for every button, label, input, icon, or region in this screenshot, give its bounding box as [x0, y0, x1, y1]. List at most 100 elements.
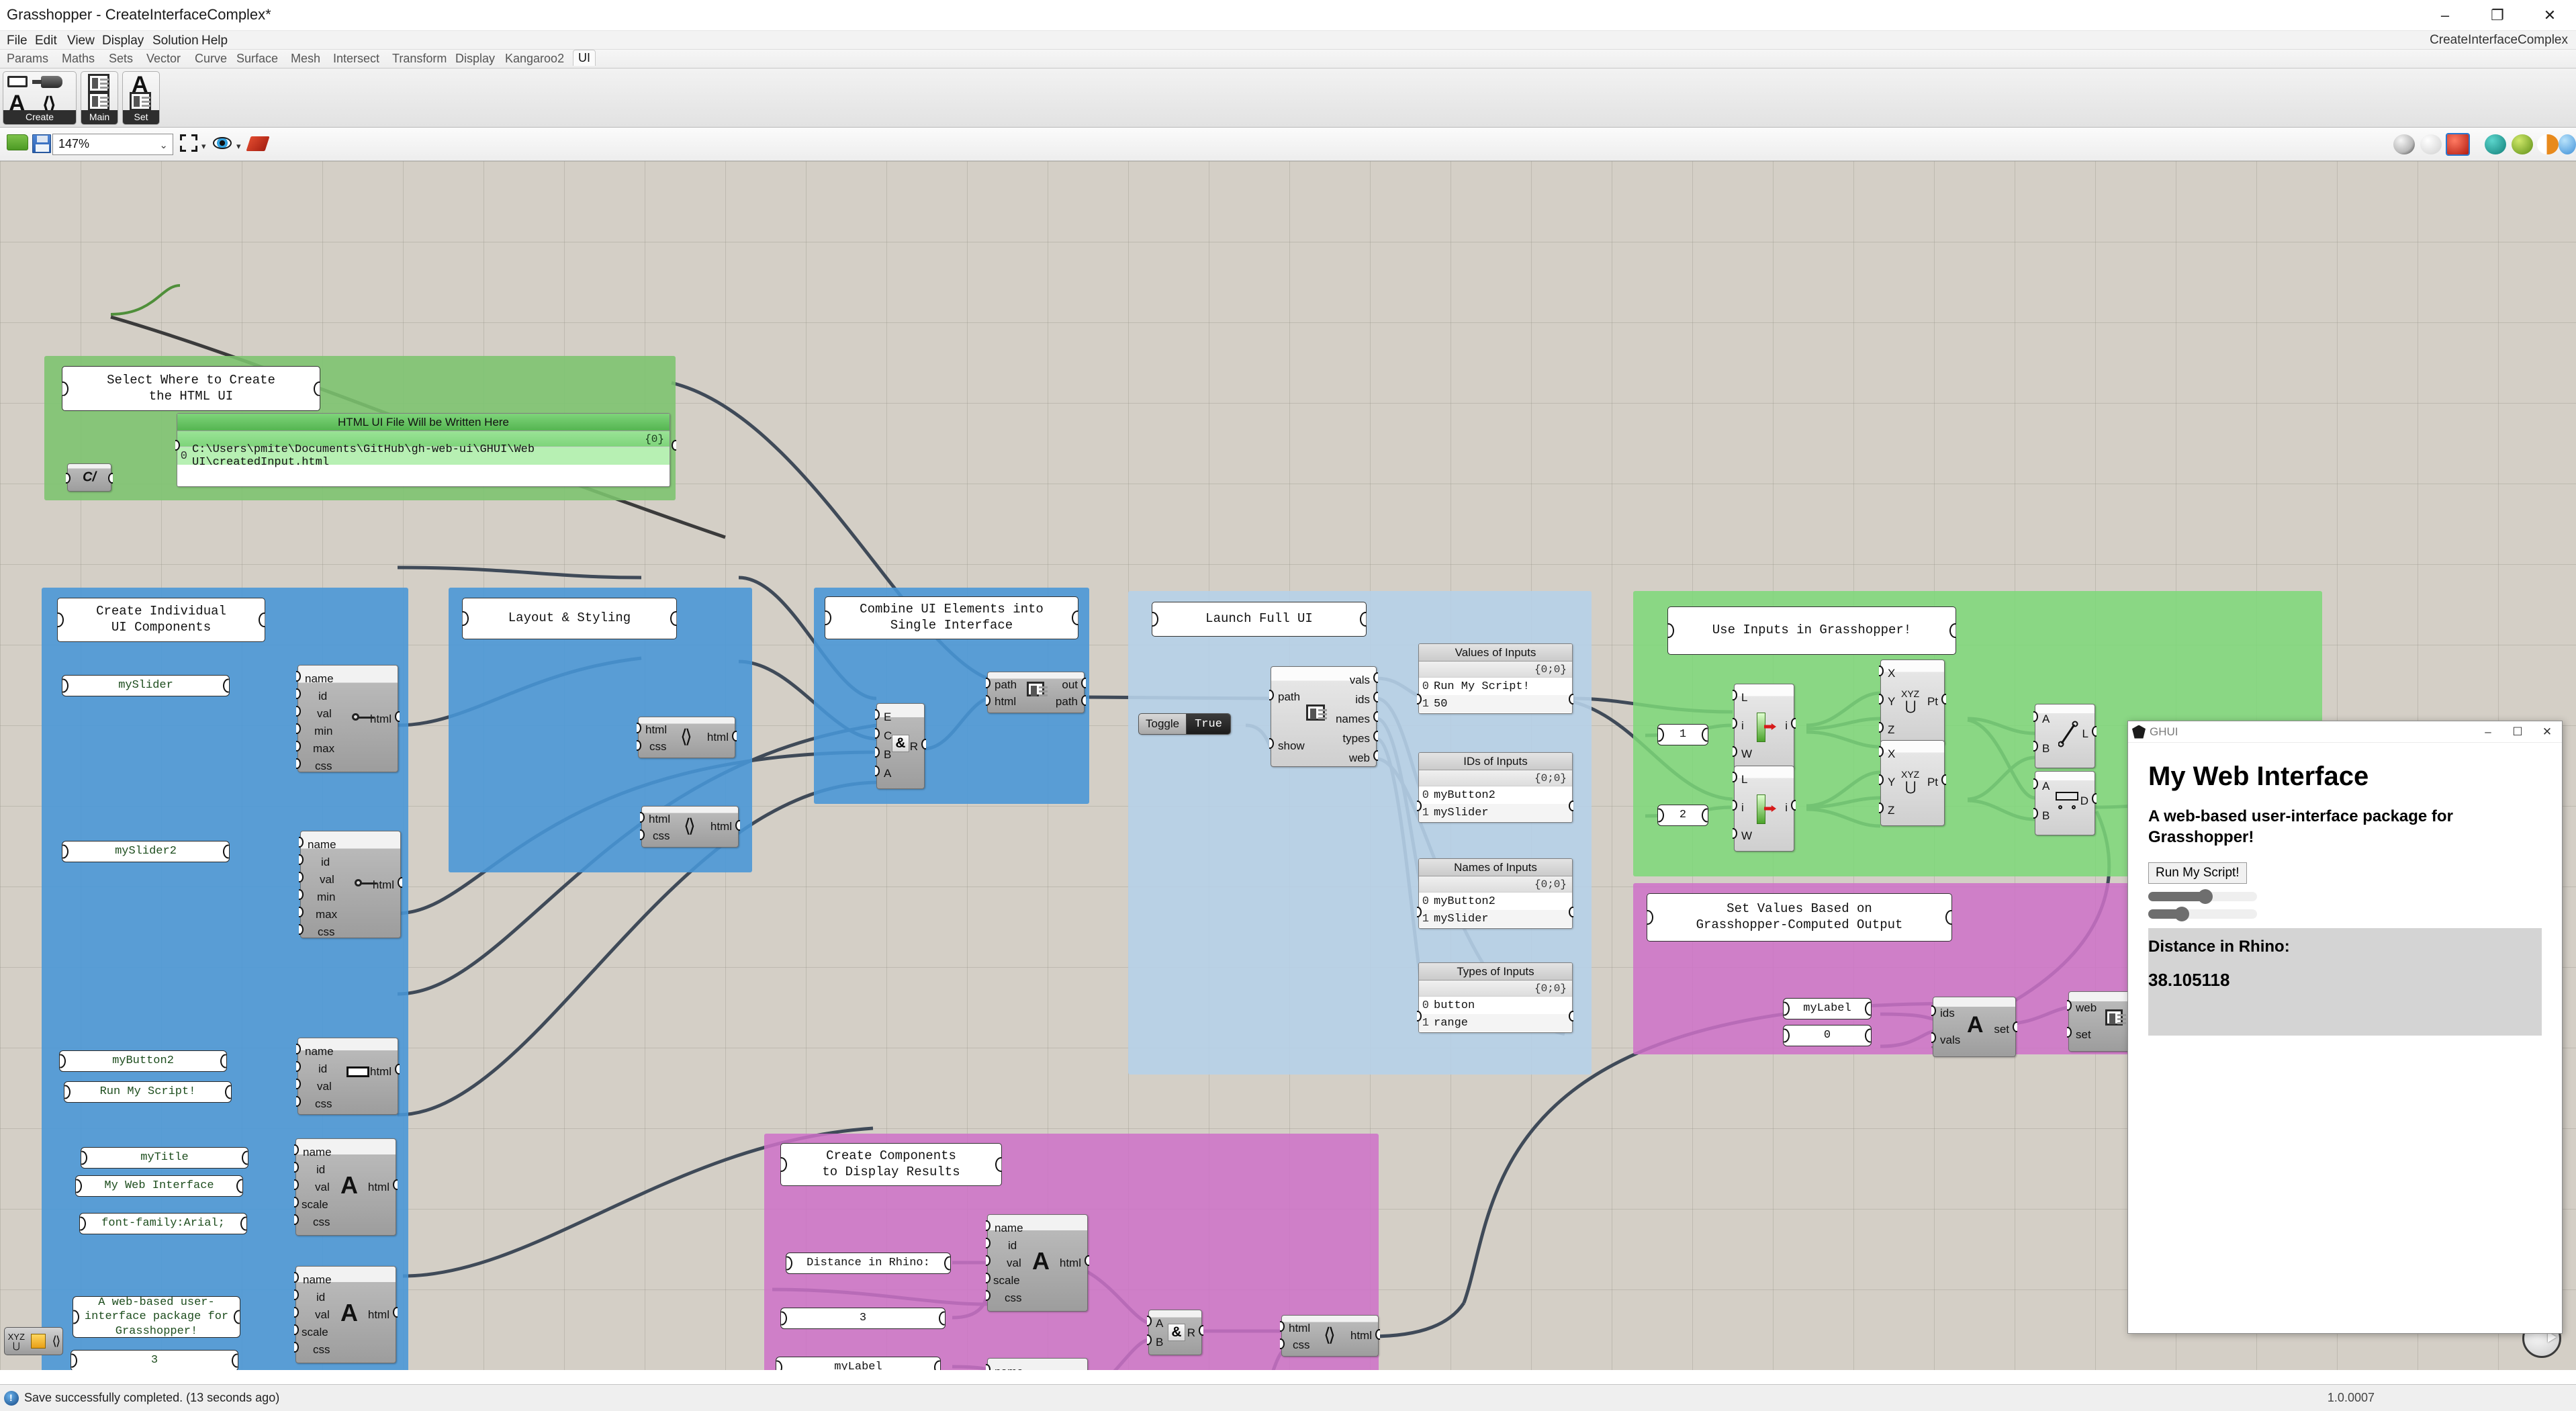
- save-icon[interactable]: [32, 134, 51, 153]
- rendered-mode-icon[interactable]: [2447, 134, 2469, 154]
- param-my-slider2[interactable]: mySlider2: [62, 841, 230, 862]
- component-write-html-file[interactable]: path html out path: [987, 672, 1085, 713]
- tab-display[interactable]: Display: [455, 52, 495, 66]
- panel-icon-main-bottom[interactable]: [88, 92, 109, 111]
- grasshopper-canvas[interactable]: Select Where to Create the HTML UI HTML …: [0, 161, 2576, 1370]
- tab-intersect[interactable]: Intersect: [333, 52, 379, 66]
- tab-vector[interactable]: Vector: [146, 52, 181, 66]
- run-my-script-button[interactable]: Run My Script!: [2148, 862, 2247, 884]
- param-scale-three-left[interactable]: 3: [71, 1350, 238, 1370]
- component-div-3[interactable]: html css html ⟨⟩: [1281, 1315, 1379, 1357]
- output-nub-html[interactable]: [1375, 1329, 1383, 1340]
- component-construct-point-2[interactable]: X Y Z Pt XYZ ⋃: [1880, 740, 1945, 826]
- bake-icon[interactable]: [248, 136, 267, 151]
- panel-output-nub[interactable]: [672, 440, 680, 451]
- component-launch-ui[interactable]: path show vals ids names types web: [1271, 666, 1377, 767]
- component-construct-point-1[interactable]: X Y Z Pt XYZ ⋃: [1880, 659, 1945, 745]
- component-div-2[interactable]: html css html ⟨⟩: [641, 806, 739, 848]
- code-brackets-icon[interactable]: ⟨⟩: [52, 1334, 60, 1349]
- param-description[interactable]: A web-based user- interface package for …: [73, 1296, 240, 1338]
- param-value-zero[interactable]: 0: [1783, 1025, 1872, 1046]
- component-text-result-value[interactable]: name id val scale css html A: [987, 1358, 1088, 1370]
- panel-types-of-inputs[interactable]: Types of Inputs {0;0} 0button 1range 2ra…: [1418, 962, 1573, 1033]
- tab-surface[interactable]: Surface: [236, 52, 278, 66]
- plug-icon[interactable]: [41, 76, 62, 88]
- menu-item-display[interactable]: Display: [102, 34, 144, 48]
- param-my-title[interactable]: myTitle: [81, 1147, 248, 1169]
- close-button[interactable]: ✕: [2524, 0, 2576, 31]
- component-text-title[interactable]: name id val scale css html A: [295, 1138, 396, 1236]
- panel-names-of-inputs[interactable]: Names of Inputs {0;0} 0myButton2 1mySlid…: [1418, 858, 1573, 929]
- rect-icon[interactable]: [7, 76, 28, 87]
- param-index-two[interactable]: 2: [1657, 805, 1708, 826]
- component-line[interactable]: A B L: [2035, 704, 2095, 768]
- component-slider-1[interactable]: name id val min max css html: [297, 665, 398, 772]
- preview-orange-icon[interactable]: [2537, 134, 2559, 154]
- component-list-item-1[interactable]: L i W i: [1734, 684, 1794, 770]
- panel-ids-of-inputs[interactable]: IDs of Inputs {0;0} 0myButton2 1mySlider…: [1418, 752, 1573, 823]
- tab-ui[interactable]: UI: [573, 50, 596, 66]
- component-set-value[interactable]: ids vals set A: [1933, 997, 2016, 1057]
- zoom-extents-icon[interactable]: [180, 134, 197, 152]
- panel-values-of-inputs[interactable]: Values of Inputs {0;0} 0Run My Script! 1…: [1418, 643, 1573, 714]
- param-scale-three-mid[interactable]: 3: [780, 1308, 946, 1329]
- preview-green-icon[interactable]: [2512, 134, 2533, 154]
- component-merge-two[interactable]: A B R &: [1148, 1310, 1202, 1355]
- shaded-mode-icon[interactable]: [2393, 134, 2415, 154]
- param-my-label-mid[interactable]: myLabel: [776, 1357, 941, 1370]
- component-slider-2[interactable]: name id val min max css html: [300, 831, 401, 938]
- boolean-toggle[interactable]: Toggle True: [1138, 713, 1231, 735]
- component-merge-four[interactable]: E C B A R &: [876, 703, 925, 789]
- slider-2-knob[interactable]: [2174, 907, 2189, 921]
- menu-item-view[interactable]: View: [67, 34, 95, 48]
- chevron-down-icon-preview[interactable]: ▾: [236, 141, 241, 152]
- preview-blue-icon[interactable]: [2559, 134, 2576, 154]
- component-distance[interactable]: A B D: [2035, 771, 2095, 835]
- tab-curve[interactable]: Curve: [195, 52, 227, 66]
- ghui-minimize-button[interactable]: –: [2473, 721, 2503, 743]
- xyz-icon[interactable]: XYZ⋃: [8, 1332, 25, 1350]
- param-index-one[interactable]: 1: [1657, 724, 1708, 745]
- zoom-level-input[interactable]: 147% ⌄: [52, 134, 173, 155]
- menu-item-solution[interactable]: Solution: [152, 34, 199, 48]
- menu-item-edit[interactable]: Edit: [35, 34, 57, 48]
- preview-eye-icon[interactable]: [213, 137, 232, 149]
- param-font-family[interactable]: font-family:Arial;: [79, 1213, 247, 1234]
- menu-item-help[interactable]: Help: [201, 34, 228, 48]
- maximize-button[interactable]: ❐: [2471, 0, 2524, 31]
- range-slider-1[interactable]: [2148, 892, 2257, 901]
- component-button[interactable]: name id val css html: [297, 1038, 398, 1115]
- canvas-display-widget[interactable]: XYZ⋃ ⟨⟩: [4, 1327, 63, 1355]
- range-slider-2[interactable]: [2148, 909, 2257, 919]
- menu-item-file[interactable]: File: [7, 34, 28, 48]
- component-text-result-label[interactable]: name id val scale css html A: [987, 1214, 1088, 1312]
- wireframe-mode-icon[interactable]: [2420, 134, 2442, 154]
- component-set-web-values[interactable]: web set: [2068, 991, 2135, 1052]
- param-my-label-right[interactable]: myLabel: [1783, 998, 1872, 1019]
- toggle-value[interactable]: True: [1186, 714, 1230, 734]
- param-my-web-interface[interactable]: My Web Interface: [75, 1175, 243, 1197]
- ghui-maximize-button[interactable]: ☐: [2503, 721, 2532, 743]
- ghui-browser-window[interactable]: GHUI – ☐ ✕ My Web Interface A web-based …: [2127, 721, 2563, 1334]
- panel-icon-set[interactable]: [130, 92, 151, 111]
- tab-sets[interactable]: Sets: [109, 52, 133, 66]
- minimize-button[interactable]: –: [2419, 0, 2471, 31]
- param-my-slider[interactable]: mySlider: [62, 675, 230, 696]
- panel-icon-main-top[interactable]: [88, 74, 109, 93]
- param-distance-in-rhino[interactable]: Distance in Rhino:: [786, 1253, 951, 1274]
- component-file-path-chooser[interactable]: C/: [67, 463, 111, 492]
- chevron-down-icon-zoom-extents[interactable]: ▾: [201, 141, 206, 152]
- preview-teal-icon[interactable]: [2485, 134, 2506, 154]
- folder-icon[interactable]: [7, 134, 28, 150]
- preview-fan-icon[interactable]: [31, 1334, 46, 1349]
- tab-transform[interactable]: Transform: [392, 52, 447, 66]
- tab-kangaroo2[interactable]: Kangaroo2: [505, 52, 564, 66]
- component-text-description[interactable]: name id val scale css html A: [295, 1266, 396, 1363]
- param-run-my-script-label[interactable]: Run My Script!: [64, 1081, 232, 1103]
- tab-mesh[interactable]: Mesh: [291, 52, 320, 66]
- param-my-button2[interactable]: myButton2: [59, 1050, 227, 1072]
- ghui-close-button[interactable]: ✕: [2532, 721, 2562, 743]
- component-list-item-2[interactable]: L i W i: [1734, 766, 1794, 852]
- tab-params[interactable]: Params: [7, 52, 48, 66]
- component-div-1[interactable]: html css html ⟨⟩: [638, 717, 735, 758]
